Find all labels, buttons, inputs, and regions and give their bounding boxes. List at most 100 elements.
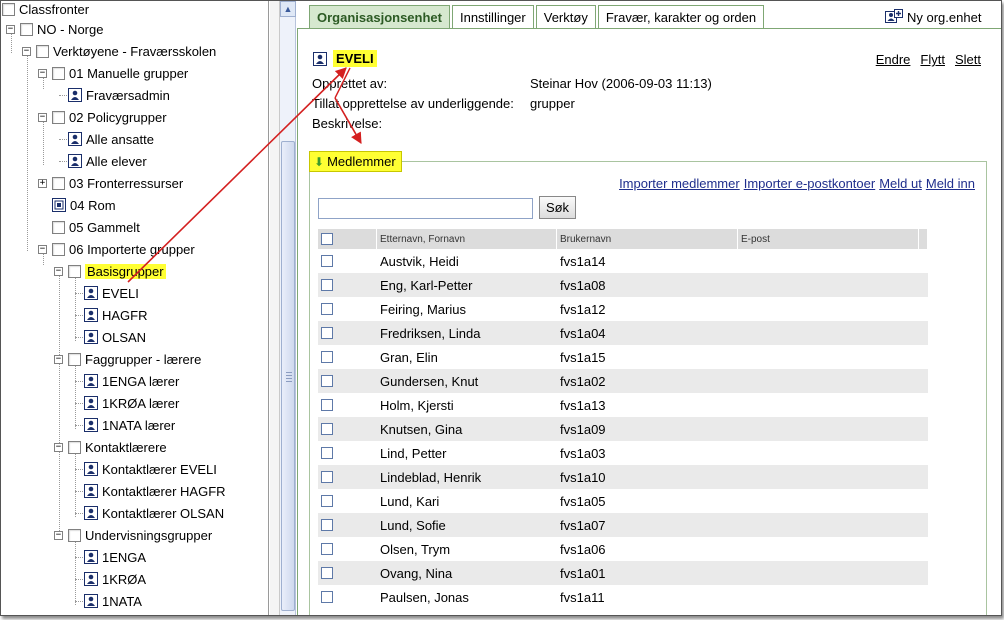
collapse-toggle-icon[interactable]: − [54, 354, 63, 364]
row-checkbox[interactable] [321, 351, 333, 363]
import-email-link[interactable]: Importer e-postkontoer [744, 176, 876, 191]
tree-node-undervisningsgrupper[interactable]: − Undervisningsgrupper [54, 525, 212, 545]
collapse-toggle-icon[interactable]: − [38, 112, 47, 122]
table-row[interactable]: Fredriksen, Linda fvs1a04 [318, 321, 928, 345]
tree-checkbox[interactable] [52, 66, 65, 80]
tree-node-eveli[interactable]: EVELI [84, 283, 139, 303]
row-checkbox[interactable] [321, 519, 333, 531]
tab-verktoy[interactable]: Verktøy [535, 5, 596, 28]
move-link[interactable]: Flytt [920, 52, 945, 67]
tree-node-verktoyene[interactable]: − Verktøyene - Fraværsskolen [22, 41, 216, 61]
tree-node-rom[interactable]: 04 Rom [52, 195, 116, 215]
tree-checkbox[interactable] [68, 264, 81, 278]
tree-node-1nata-laerer[interactable]: 1NATA lærer [84, 415, 175, 435]
table-row[interactable]: Knutsen, Gina fvs1a09 [318, 417, 928, 441]
tree-node-kontaktlaerer-hagfr[interactable]: Kontaktlærer HAGFR [84, 481, 226, 501]
collapse-toggle-icon[interactable]: − [54, 442, 63, 452]
table-row[interactable]: Ovang, Nina fvs1a01 [318, 561, 928, 585]
collapse-toggle-icon[interactable]: − [6, 24, 15, 34]
select-all-checkbox[interactable] [321, 233, 333, 245]
collapse-toggle-icon[interactable]: − [54, 530, 63, 540]
table-row[interactable]: Olsen, Trym fvs1a06 [318, 537, 928, 561]
row-checkbox[interactable] [321, 567, 333, 579]
tree-checkbox[interactable] [52, 220, 65, 234]
collapse-toggle-icon[interactable]: − [38, 68, 47, 78]
tree-checkbox[interactable] [52, 110, 65, 124]
table-row[interactable]: Holm, Kjersti fvs1a13 [318, 393, 928, 417]
column-header-email[interactable]: E-post [738, 229, 919, 249]
tree-checkbox[interactable] [68, 440, 81, 454]
vertical-scrollbar[interactable]: ▲ [280, 1, 296, 615]
column-header-name[interactable]: Etternavn, Fornavn [377, 229, 557, 249]
pane-splitter[interactable] [270, 1, 280, 615]
import-members-link[interactable]: Importer medlemmer [619, 176, 740, 191]
collapse-toggle-icon[interactable]: − [38, 244, 47, 254]
table-row[interactable]: Lindeblad, Henrik fvs1a10 [318, 465, 928, 489]
table-row[interactable]: Eng, Karl-Petter fvs1a08 [318, 273, 928, 297]
new-org-unit-button[interactable]: Ny org.enhet [885, 9, 981, 25]
tree-checkbox[interactable] [2, 2, 15, 16]
tree-node-1nata[interactable]: 1NATA [84, 591, 142, 611]
row-checkbox[interactable] [321, 375, 333, 387]
row-checkbox[interactable] [321, 327, 333, 339]
row-checkbox[interactable] [321, 495, 333, 507]
row-checkbox[interactable] [321, 471, 333, 483]
tree-checkbox[interactable] [68, 352, 81, 366]
row-checkbox[interactable] [321, 423, 333, 435]
table-row[interactable]: Lund, Kari fvs1a05 [318, 489, 928, 513]
scroll-up-icon[interactable]: ▲ [280, 1, 296, 17]
tree-checkbox[interactable] [36, 44, 49, 58]
table-row[interactable]: Lind, Petter fvs1a03 [318, 441, 928, 465]
row-checkbox[interactable] [321, 279, 333, 291]
tree-node-1kroa-laerer[interactable]: 1KRØA lærer [84, 393, 179, 413]
tree-node-kontaktlaerer-olsan[interactable]: Kontaktlærer OLSAN [84, 503, 224, 523]
tree-node-hagfr[interactable]: HAGFR [84, 305, 148, 325]
tree-node-basisgrupper[interactable]: − Basisgrupper [54, 261, 166, 281]
table-row[interactable]: Austvik, Heidi fvs1a14 [318, 249, 928, 273]
tree-node-1enga-laerer[interactable]: 1ENGA lærer [84, 371, 179, 391]
row-checkbox[interactable] [321, 543, 333, 555]
tree-node-olsan[interactable]: OLSAN [84, 327, 146, 347]
search-input[interactable] [318, 198, 533, 219]
row-checkbox[interactable] [321, 255, 333, 267]
expand-toggle-icon[interactable]: + [38, 178, 47, 188]
tree-node-classfronter[interactable]: Classfronter [2, 1, 89, 19]
row-checkbox[interactable] [321, 591, 333, 603]
join-link[interactable]: Meld inn [926, 176, 975, 191]
tree-node-faggrupper-laerere[interactable]: − Faggrupper - lærere [54, 349, 201, 369]
leave-link[interactable]: Meld ut [879, 176, 922, 191]
scroll-thumb[interactable] [281, 141, 295, 611]
row-checkbox[interactable] [321, 303, 333, 315]
delete-link[interactable]: Slett [955, 52, 981, 67]
column-header-username[interactable]: Brukernavn [557, 229, 738, 249]
tree-node-gammelt[interactable]: 05 Gammelt [52, 217, 140, 237]
row-checkbox[interactable] [321, 399, 333, 411]
collapse-toggle-icon[interactable]: − [54, 266, 63, 276]
tree-node-alle-elever[interactable]: Alle elever [68, 151, 147, 171]
tree-node-kontaktlaerer-eveli[interactable]: Kontaktlærer EVELI [84, 459, 217, 479]
tree-node-kontaktlaerere[interactable]: − Kontaktlærere [54, 437, 167, 457]
edit-link[interactable]: Endre [876, 52, 911, 67]
tab-innstillinger[interactable]: Innstillinger [451, 5, 534, 28]
tree-node-1enga[interactable]: 1ENGA [84, 547, 146, 567]
table-row[interactable]: Paulsen, Jonas fvs1a11 [318, 585, 928, 609]
members-toggle[interactable]: ⬇ Medlemmer [309, 151, 402, 172]
tree-checkbox[interactable] [68, 528, 81, 542]
collapse-toggle-icon[interactable]: − [22, 46, 31, 56]
table-row[interactable]: Gundersen, Knut fvs1a02 [318, 369, 928, 393]
table-row[interactable]: Gran, Elin fvs1a15 [318, 345, 928, 369]
tree-node-policygrupper[interactable]: − 02 Policygrupper [38, 107, 167, 127]
tree-checkbox[interactable] [20, 22, 33, 36]
tree-node-fravaersadmin[interactable]: Fraværsadmin [68, 85, 170, 105]
tree-node-manuelle-grupper[interactable]: − 01 Manuelle grupper [38, 63, 188, 83]
tree-checkbox[interactable] [52, 242, 65, 256]
tree-node-alle-ansatte[interactable]: Alle ansatte [68, 129, 154, 149]
search-button[interactable]: Søk [539, 196, 576, 219]
table-row[interactable]: Lund, Sofie fvs1a07 [318, 513, 928, 537]
tab-organisasjonsenhet[interactable]: Organisasjonsenhet [309, 5, 450, 29]
tree-node-importerte-grupper[interactable]: − 06 Importerte grupper [38, 239, 195, 259]
tree-node-1kroa[interactable]: 1KRØA [84, 569, 146, 589]
tree-node-fronterressurser[interactable]: + 03 Fronterressurser [38, 173, 183, 193]
tree-node-no-norge[interactable]: − NO - Norge [6, 19, 103, 39]
tab-fravaer-karakter-orden[interactable]: Fravær, karakter og orden [597, 5, 765, 28]
